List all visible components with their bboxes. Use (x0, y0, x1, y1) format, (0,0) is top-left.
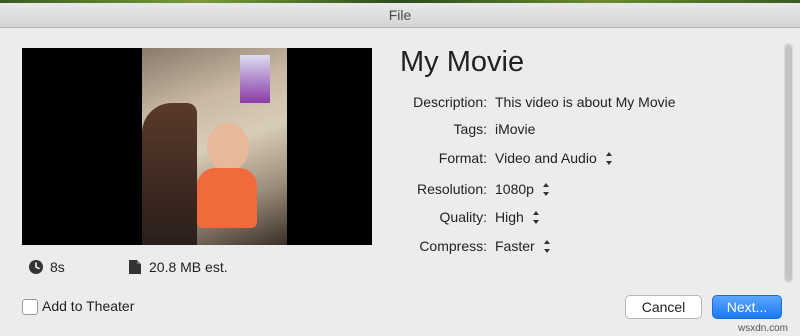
description-row: Description: This video is about My Movi… (0, 94, 800, 116)
resolution-stepper-icon[interactable] (542, 182, 550, 196)
vertical-scrollbar[interactable] (784, 43, 793, 283)
quality-row: Quality: High (0, 209, 800, 231)
tags-value[interactable]: iMovie (495, 121, 535, 137)
format-value[interactable]: Video and Audio (495, 150, 597, 166)
compress-value[interactable]: Faster (495, 238, 535, 254)
format-stepper-icon[interactable] (605, 151, 613, 165)
scrollbar-thumb[interactable] (785, 45, 792, 281)
cancel-button[interactable]: Cancel (625, 295, 702, 319)
resolution-value[interactable]: 1080p (495, 181, 534, 197)
size-value: 20.8 MB est. (149, 259, 228, 275)
description-field[interactable]: This video is about My Movie (495, 94, 676, 110)
tags-label: Tags: (453, 121, 487, 137)
compress-select[interactable]: Faster (495, 238, 551, 254)
tags-field[interactable]: iMovie (495, 121, 535, 137)
format-select[interactable]: Video and Audio (495, 150, 613, 166)
compress-row: Compress: Faster (0, 238, 800, 260)
add-to-theater-checkbox[interactable] (22, 299, 38, 315)
format-label: Format: (438, 150, 487, 166)
tags-row: Tags: iMovie (0, 121, 800, 143)
movie-title: My Movie (400, 46, 525, 78)
format-row: Format: Video and Audio (0, 150, 800, 172)
site-watermark: wsxdn.com (738, 323, 789, 334)
document-icon (129, 260, 141, 274)
quality-label: Quality: (439, 209, 487, 225)
quality-select[interactable]: High (495, 209, 540, 225)
add-to-theater-label[interactable]: Add to Theater (42, 298, 134, 314)
clock-icon (29, 260, 43, 274)
description-label: Description: (413, 94, 487, 110)
compress-label: Compress: (419, 238, 487, 254)
share-file-dialog: File 8s 20.8 MB est. My Movie Descriptio… (0, 3, 800, 336)
resolution-select[interactable]: 1080p (495, 181, 550, 197)
resolution-row: Resolution: 1080p (0, 181, 800, 203)
window-title: File (0, 3, 800, 28)
compress-stepper-icon[interactable] (543, 239, 551, 253)
size-info: 20.8 MB est. (128, 259, 228, 275)
duration-info: 8s (29, 259, 65, 275)
next-button[interactable]: Next... (712, 295, 782, 319)
resolution-label: Resolution: (416, 181, 487, 197)
quality-value[interactable]: High (495, 209, 524, 225)
description-value[interactable]: This video is about My Movie (495, 94, 676, 110)
quality-stepper-icon[interactable] (532, 210, 540, 224)
duration-value: 8s (50, 259, 65, 275)
